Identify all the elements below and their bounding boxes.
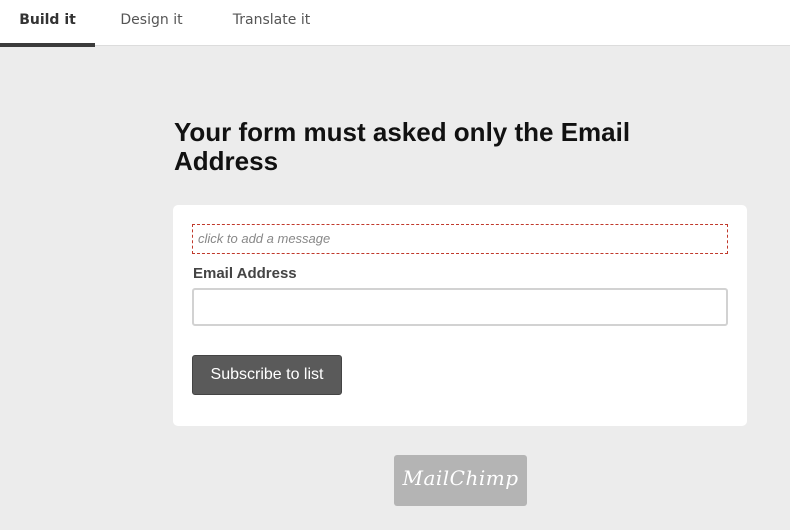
- mailchimp-logo: MailChimp: [402, 466, 519, 490]
- tab-design-it[interactable]: Design it: [104, 0, 199, 46]
- email-field[interactable]: [192, 288, 728, 326]
- form-message-editable[interactable]: click to add a message: [192, 224, 728, 254]
- active-tab-indicator: [0, 43, 95, 47]
- tab-build-it[interactable]: Build it: [0, 0, 95, 47]
- form-headline[interactable]: Your form must asked only the Email Addr…: [174, 118, 734, 176]
- tab-translate-it[interactable]: Translate it: [214, 0, 329, 46]
- email-field-label: Email Address: [193, 265, 297, 282]
- tab-build-it-label: Build it: [19, 12, 76, 28]
- tab-bar: Build it Design it Translate it: [0, 0, 790, 47]
- subscribe-button[interactable]: Subscribe to list: [192, 355, 342, 395]
- mailchimp-logo-badge[interactable]: MailChimp: [394, 455, 527, 506]
- tab-design-it-label: Design it: [120, 12, 183, 28]
- signup-form-card: click to add a message Email Address Sub…: [173, 205, 747, 426]
- tab-translate-it-label: Translate it: [232, 12, 311, 28]
